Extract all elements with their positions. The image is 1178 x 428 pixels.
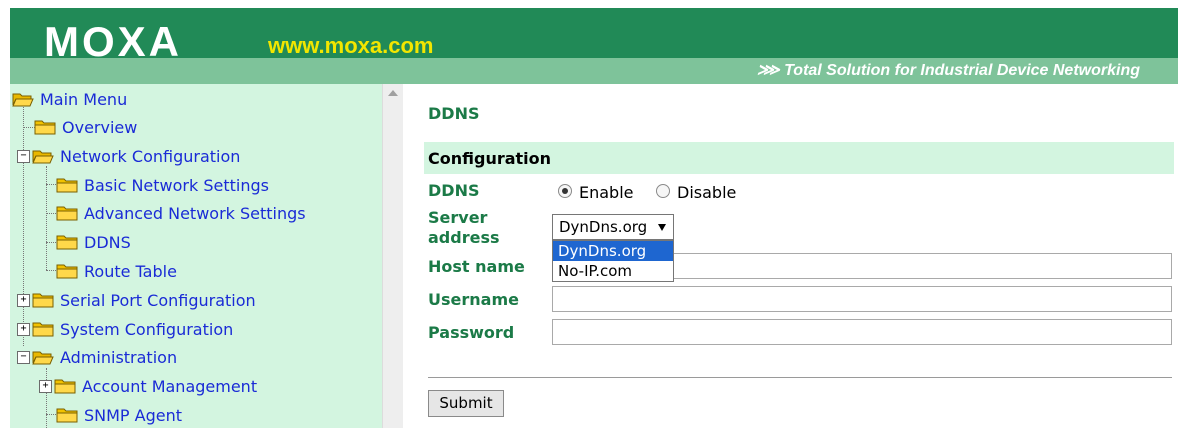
sidebar-item-label: SNMP Agent [84,405,183,425]
tree-line [46,184,56,185]
sidebar-item-overview[interactable]: Overview [34,115,137,139]
username-label: Username [428,290,519,309]
sidebar-item-administration[interactable]: − Administration [17,345,177,369]
sidebar-item-label: Main Menu [40,89,128,109]
sidebar-item-system-configuration[interactable]: + System Configuration [17,317,233,341]
page-title: DDNS [428,104,480,123]
open-folder-icon [32,150,54,164]
folder-icon [54,379,76,394]
folder-icon [34,120,56,135]
sidebar-item-snmp-agent[interactable]: SNMP Agent [56,403,182,427]
tree-line [46,213,56,214]
tagline: ⋙ Total Solution for Industrial Device N… [756,62,1140,79]
sidebar-item-label: DDNS [84,232,131,252]
expand-icon[interactable]: + [39,379,52,393]
disable-radio-label[interactable]: Disable [677,183,736,202]
sidebar-item-label: Network Configuration [60,146,241,166]
expand-icon[interactable]: + [17,322,30,336]
expand-icon[interactable]: + [17,293,30,307]
option-no-ip[interactable]: No-IP.com [553,261,673,281]
sidebar-item-label: Overview [62,117,138,137]
folder-icon [56,408,78,423]
tree-line [46,166,47,270]
sidebar-item-label: Advanced Network Settings [84,203,306,223]
header-banner: MOXA www.moxa.com ⋙ Total Solution for I… [10,8,1178,84]
folder-icon [32,322,54,337]
server-address-label: Server address [428,208,500,248]
tree-line [46,242,56,243]
sidebar-item-basic-network-settings[interactable]: Basic Network Settings [56,173,269,197]
sidebar-item-account-management[interactable]: + Account Management [39,374,257,398]
folder-icon [56,235,78,250]
password-label: Password [428,323,515,342]
sidebar-item-label: Account Management [82,376,258,396]
section-title: Configuration [428,149,552,168]
folder-icon [56,178,78,193]
sidebar-menu: Main Menu Overview − Network Configurati… [10,84,382,428]
disable-radio[interactable] [656,184,670,198]
folder-icon [32,293,54,308]
configuration-header: Configuration [424,142,1174,174]
collapse-icon[interactable]: − [17,149,30,163]
collapse-icon[interactable]: − [17,350,30,364]
sidebar-item-ddns[interactable]: DDNS [56,230,131,254]
enable-radio[interactable] [558,184,572,198]
sidebar-item-route-table[interactable]: Route Table [56,259,177,283]
password-input[interactable] [552,319,1172,345]
sidebar-item-network-configuration[interactable]: − Network Configuration [17,144,240,168]
moxa-logo: MOXA [44,18,182,65]
sidebar-item-label: Route Table [84,261,177,281]
tree-line [46,270,56,271]
tree-line [46,414,56,415]
open-folder-icon [12,93,34,107]
sidebar-item-advanced-network-settings[interactable]: Advanced Network Settings [56,201,306,225]
enable-radio-label[interactable]: Enable [579,183,634,202]
dropdown-arrow-icon [658,224,666,231]
username-input[interactable] [552,286,1172,312]
sidebar-item-label: Basic Network Settings [84,175,269,195]
sidebar-item-main-menu[interactable]: Main Menu [12,87,127,111]
divider [428,377,1172,378]
server-address-value: DynDns.org [559,218,648,236]
server-address-dropdown: DynDns.org No-IP.com [552,240,674,282]
host-name-label: Host name [428,257,525,276]
sidebar-item-serial-port-configuration[interactable]: + Serial Port Configuration [17,288,256,312]
option-dyndns[interactable]: DynDns.org [553,241,673,261]
submit-button[interactable]: Submit [428,390,504,417]
sidebar-scrollbar[interactable] [382,84,403,428]
sidebar-item-label: Administration [60,347,178,367]
open-folder-icon [32,351,54,365]
server-label-line2: address [428,228,500,247]
site-url[interactable]: www.moxa.com [268,32,433,60]
sidebar-item-label: Serial Port Configuration [60,290,256,310]
ddns-label: DDNS [428,181,480,200]
server-address-select[interactable]: DynDns.org [552,214,674,240]
folder-icon [56,264,78,279]
folder-icon [56,206,78,221]
scroll-up-icon[interactable] [388,90,398,96]
server-label-line1: Server [428,208,488,227]
sidebar-item-label: System Configuration [60,319,234,339]
